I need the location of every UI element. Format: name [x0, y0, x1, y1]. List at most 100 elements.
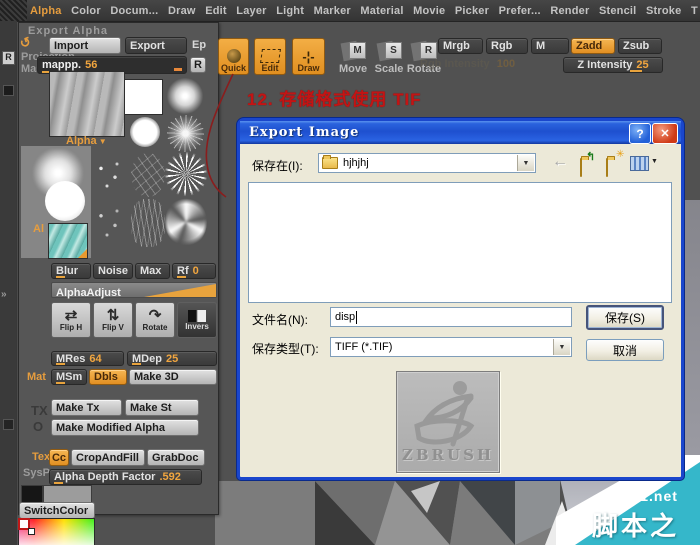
menu-item-layer[interactable]: Layer: [236, 5, 266, 17]
tool-thumbnail-sphere[interactable]: [45, 181, 85, 221]
menu-item-movie[interactable]: Movie: [413, 5, 445, 17]
slider-handle[interactable]: [174, 68, 182, 71]
rf-value: 0: [192, 265, 199, 277]
zsub-button[interactable]: Zsub: [618, 38, 662, 54]
grab-doc-button[interactable]: GrabDoc: [147, 449, 205, 466]
menu-item-color[interactable]: Color: [71, 5, 101, 17]
tray-r-chip[interactable]: R: [2, 51, 15, 65]
mdep-slider[interactable]: MDep 25: [127, 351, 217, 366]
noise-button[interactable]: Noise: [93, 263, 133, 279]
make-tx-button[interactable]: Make Tx: [51, 399, 122, 416]
panel-header: Export Alpha: [28, 25, 109, 37]
menu-item-preferences[interactable]: Prefer...: [499, 5, 541, 17]
move-tool[interactable]: M Move: [336, 40, 370, 78]
alpha-adjust-header[interactable]: AlphaAdjust: [51, 282, 217, 299]
alpha-depth-factor-slider[interactable]: Alpha Depth Factor .592: [49, 469, 202, 485]
rgb-button[interactable]: Rgb: [486, 38, 528, 54]
flip-vertical-icon: ⇅: [106, 306, 120, 324]
up-folder-button[interactable]: ↰: [578, 151, 600, 177]
inverse-icon: [188, 309, 206, 322]
dialog-title-bar[interactable]: Export Image: [240, 121, 681, 144]
current-alpha-thumbnail[interactable]: [49, 71, 125, 137]
draw-button[interactable]: -¦- Draw: [292, 38, 325, 75]
alpha-swatch-speckle[interactable]: [89, 153, 129, 197]
menu-item-tool-cut[interactable]: T: [691, 5, 698, 17]
mrgb-button[interactable]: Mrgb: [438, 38, 483, 54]
folder-combobox[interactable]: hjhjhj ▼: [318, 153, 536, 173]
close-button[interactable]: ✕: [652, 123, 678, 144]
save-in-label: 保存在(I):: [252, 159, 303, 173]
selected-alpha-thumbnail[interactable]: [48, 223, 88, 259]
filename-value: disp: [335, 311, 356, 323]
back-icon[interactable]: ←: [552, 153, 568, 171]
msm-button[interactable]: MSm: [51, 369, 87, 385]
folder-icon: [322, 155, 338, 169]
view-list-icon: [630, 156, 649, 171]
menu-item-light[interactable]: Light: [276, 5, 304, 17]
file-list[interactable]: [248, 182, 672, 303]
menu-item-document[interactable]: Docum...: [110, 5, 158, 17]
mres-slider[interactable]: MRes 64: [51, 351, 124, 366]
switch-color-button[interactable]: SwitchColor: [19, 502, 95, 519]
make-st-button[interactable]: Make St: [125, 399, 199, 416]
inverse-button[interactable]: Invers: [177, 302, 217, 338]
make-3d-button[interactable]: Make 3D: [129, 369, 217, 385]
filename-input[interactable]: disp: [330, 307, 572, 327]
menu-item-alpha[interactable]: Alpha: [30, 5, 62, 17]
filetype-select[interactable]: TIFF (*.TIF) ▼: [330, 337, 572, 357]
flip-v-button[interactable]: ⇅ Flip V: [93, 302, 133, 338]
menu-bar: Alpha Color Docum... Draw Edit Layer Lig…: [0, 0, 700, 22]
max-button[interactable]: Max: [135, 263, 170, 279]
filetype-label: 保存类型(T):: [252, 342, 319, 356]
alpha-swatch-swirl[interactable]: [165, 197, 207, 247]
help-button[interactable]: ?: [629, 123, 651, 144]
mdep-value: 25: [165, 352, 179, 365]
hotkey-underline: [630, 70, 642, 72]
hotkey-underline: [132, 363, 141, 365]
menu-item-edit[interactable]: Edit: [205, 5, 227, 17]
cancel-button[interactable]: 取消: [586, 339, 664, 361]
view-menu-button[interactable]: ▼: [630, 155, 660, 171]
combobox-arrow[interactable]: ▼: [517, 155, 534, 171]
scale-tool[interactable]: S Scale: [372, 40, 406, 78]
sysp-label: SysP: [23, 467, 50, 479]
color-picker[interactable]: [18, 518, 95, 545]
alpha-swatch-scratch[interactable]: [131, 199, 165, 247]
edit-marquee-icon: [259, 49, 281, 63]
z-intensity-slider[interactable]: Z Intensity 25: [563, 57, 663, 73]
import-button[interactable]: Import: [49, 37, 121, 54]
menu-item-render[interactable]: Render: [550, 5, 589, 17]
filename-label: 文件名(N):: [252, 313, 308, 327]
menu-item-picker[interactable]: Picker: [455, 5, 489, 17]
export-button[interactable]: Export: [125, 37, 187, 54]
menu-item-material[interactable]: Material: [360, 5, 403, 17]
alpha-swatch-crack[interactable]: [131, 153, 165, 197]
m-button[interactable]: M: [531, 38, 569, 54]
tray-swatch[interactable]: [3, 85, 14, 96]
select-arrow[interactable]: ▼: [553, 339, 570, 355]
save-button[interactable]: 保存(S): [586, 305, 664, 330]
flip-h-button[interactable]: ⇄ Flip H: [51, 302, 91, 338]
edit-button[interactable]: Edit: [254, 38, 286, 75]
new-folder-button[interactable]: ✳: [604, 149, 626, 177]
menu-item-stroke[interactable]: Stroke: [646, 5, 681, 17]
left-tray: R »: [0, 21, 17, 545]
menu-item-draw[interactable]: Draw: [168, 5, 196, 17]
alpha-swatch-square[interactable]: [124, 79, 163, 115]
tray-divider-chevron[interactable]: »: [1, 289, 7, 300]
rotate-alpha-button[interactable]: ↷ Rotate: [135, 302, 175, 338]
dbls-button[interactable]: Dbls: [89, 369, 127, 385]
menu-item-marker[interactable]: Marker: [314, 5, 351, 17]
rf-slider[interactable]: Rf 0: [172, 263, 216, 279]
cc-button[interactable]: Cc: [49, 449, 69, 466]
blur-button[interactable]: Blur: [51, 263, 91, 279]
zadd-button[interactable]: Zadd: [571, 38, 615, 54]
make-modified-alpha-button[interactable]: Make Modified Alpha: [51, 419, 199, 436]
tray-swatch-2[interactable]: [3, 419, 14, 430]
crop-and-fill-button[interactable]: CropAndFill: [71, 449, 145, 466]
alpha-panel: ↺ Export Alpha Projection Mast Import Ex…: [18, 22, 219, 519]
alpha-swatch-circle[interactable]: [130, 117, 160, 147]
alpha-swatch-dots[interactable]: [89, 199, 129, 247]
rgb-intensity-slider[interactable]: Rgb Intensity 100: [420, 58, 515, 70]
menu-item-stencil[interactable]: Stencil: [599, 5, 636, 17]
